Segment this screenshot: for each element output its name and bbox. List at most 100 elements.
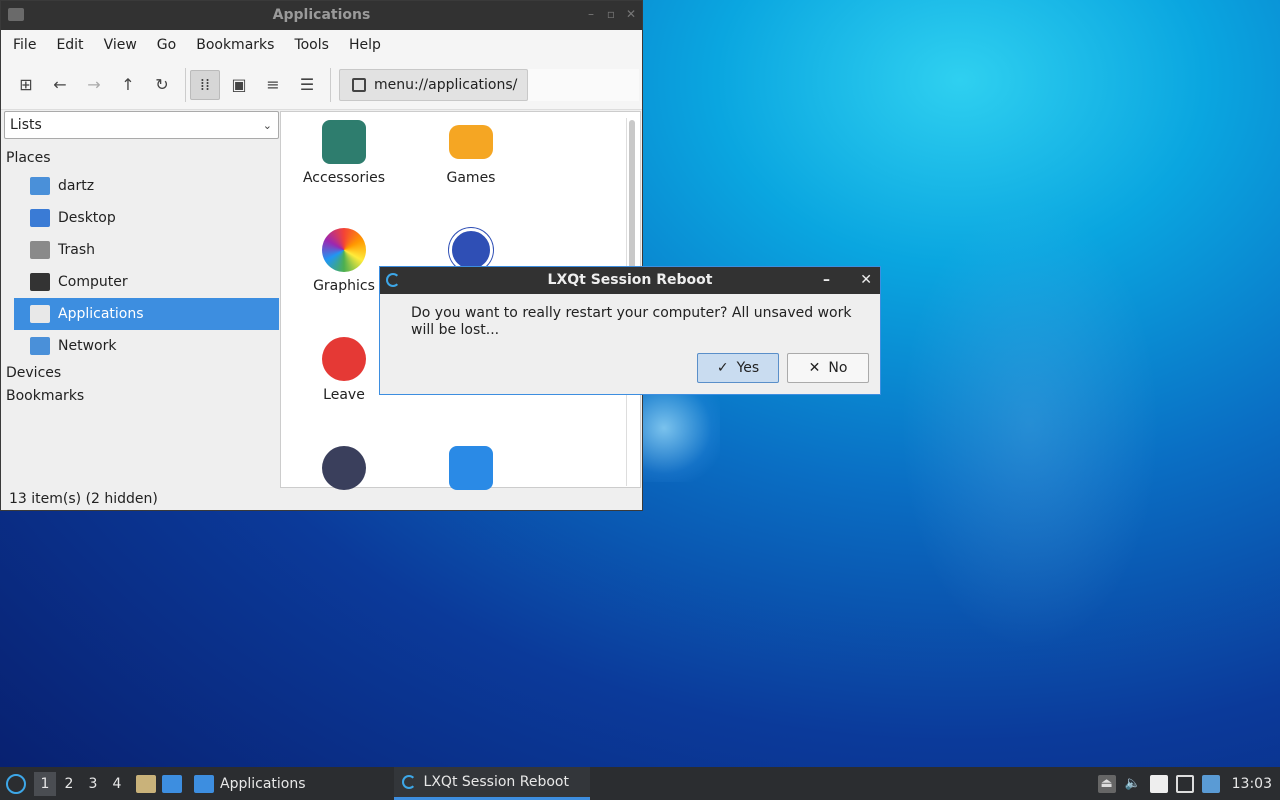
close-icon[interactable]: ✕: [624, 7, 638, 21]
home-folder-icon: [30, 177, 50, 195]
task-reboot-dialog[interactable]: LXQt Session Reboot: [393, 767, 590, 800]
wallpaper-jellyfish: [640, 392, 720, 482]
menu-view[interactable]: View: [94, 37, 147, 53]
sidebar-item-network[interactable]: Network: [14, 330, 279, 362]
lxqt-icon: [386, 273, 400, 287]
sidebar-item-label: Network: [58, 338, 117, 354]
menu-go[interactable]: Go: [147, 37, 186, 53]
app-label: Games: [446, 170, 496, 186]
sidebar-item-label: Computer: [58, 274, 128, 290]
back-icon[interactable]: ←: [45, 70, 75, 100]
location-crumb[interactable]: menu://applications/: [339, 68, 529, 101]
menu-bookmarks[interactable]: Bookmarks: [186, 37, 284, 53]
close-icon[interactable]: ✕: [860, 267, 872, 294]
thumbnail-view-icon[interactable]: ▣: [224, 70, 254, 100]
show-desktop-icon[interactable]: [162, 774, 182, 793]
computer-icon: [30, 273, 50, 291]
system-tray: ⏏ 🔈 13:03: [1097, 767, 1280, 800]
detailed-view-icon[interactable]: ☰: [292, 70, 322, 100]
start-menu-icon[interactable]: [6, 773, 26, 794]
network-icon[interactable]: [1175, 774, 1194, 793]
sidebar: Lists ⌄ Places dartz Desktop Trash Compu…: [4, 111, 279, 486]
applications-icon: [30, 305, 50, 323]
taskbar: 1 2 3 4 Applications LXQt Session Reboot…: [0, 767, 1280, 800]
app-label: Accessories: [302, 170, 386, 186]
dialog-title: LXQt Session Reboot: [547, 272, 713, 288]
drive-icon: [352, 77, 366, 92]
desktop-switch-3[interactable]: 3: [82, 772, 104, 796]
eject-icon[interactable]: ⏏: [1097, 774, 1116, 793]
sidebar-item-label: dartz: [58, 178, 95, 194]
file-manager-launcher-icon[interactable]: [136, 774, 156, 793]
yes-button[interactable]: ✓ Yes: [697, 353, 779, 383]
compact-view-icon[interactable]: ≡: [258, 70, 288, 100]
sidebar-item-label: Applications: [58, 306, 144, 322]
clipboard-icon[interactable]: [1149, 774, 1168, 793]
sidebar-item-dartz[interactable]: dartz: [14, 170, 279, 202]
minimize-icon[interactable]: –: [823, 267, 830, 294]
menu-file[interactable]: File: [3, 37, 46, 53]
sidebar-item-trash[interactable]: Trash: [14, 234, 279, 266]
desktop-icon: [30, 209, 50, 227]
window-title: Applications: [272, 7, 371, 23]
task-applications[interactable]: Applications: [186, 767, 314, 800]
volume-icon[interactable]: 🔈: [1124, 775, 1142, 793]
sidebar-item-computer[interactable]: Computer: [14, 266, 279, 298]
desktop-switch-1[interactable]: 1: [34, 771, 56, 796]
app-games[interactable]: Games: [416, 120, 526, 186]
app-label: Graphics: [313, 278, 375, 294]
more-icon: [322, 446, 366, 490]
clock[interactable]: 13:03: [1232, 776, 1272, 792]
sidebar-item-applications[interactable]: Applications: [14, 298, 279, 330]
task-label: Applications: [220, 775, 306, 792]
notification-icon[interactable]: [1201, 774, 1220, 793]
section-places[interactable]: Places: [4, 147, 279, 170]
reboot-dialog: LXQt Session Reboot – ✕ Do you want to r…: [379, 266, 881, 395]
dialog-titlebar[interactable]: LXQt Session Reboot – ✕: [380, 267, 880, 294]
yes-label: Yes: [736, 360, 760, 376]
status-bar: 13 item(s) (2 hidden): [9, 491, 158, 507]
new-tab-icon[interactable]: ⊞: [11, 70, 41, 100]
toolbar-separator: [330, 67, 331, 102]
settings-sliders-icon: [449, 446, 493, 490]
section-devices[interactable]: Devices: [4, 362, 279, 385]
toolbar: ⊞ ← → ↑ ↻ ⁞⁞ ▣ ≡ ☰ menu://applications/: [1, 60, 642, 110]
minimize-icon[interactable]: –: [584, 7, 598, 21]
location-bar[interactable]: menu://applications/: [339, 68, 639, 102]
no-label: No: [828, 360, 848, 376]
accessories-icon: [322, 120, 366, 164]
up-icon[interactable]: ↑: [113, 70, 143, 100]
forward-icon[interactable]: →: [79, 70, 109, 100]
icon-view-icon[interactable]: ⁞⁞: [190, 69, 220, 100]
menu-tools[interactable]: Tools: [284, 37, 339, 53]
graphics-icon: [322, 228, 366, 272]
wallpaper-light: [900, 200, 1160, 650]
sidebar-item-desktop[interactable]: Desktop: [14, 202, 279, 234]
app-preferences[interactable]: [416, 446, 526, 496]
side-pane-select[interactable]: Lists ⌄: [4, 111, 279, 139]
chevron-down-icon: ⌄: [262, 118, 272, 132]
no-button[interactable]: ✕ No: [787, 353, 869, 383]
check-icon: ✓: [716, 360, 729, 376]
app-other[interactable]: [289, 446, 399, 496]
location-empty[interactable]: [528, 68, 639, 101]
menu-help[interactable]: Help: [339, 37, 391, 53]
menu-edit[interactable]: Edit: [46, 37, 93, 53]
sidebar-item-label: Desktop: [58, 210, 116, 226]
x-icon: ✕: [808, 360, 821, 376]
maximize-icon[interactable]: ▫: [604, 7, 618, 21]
section-bookmarks[interactable]: Bookmarks: [4, 385, 279, 408]
desktop-switch-2[interactable]: 2: [58, 772, 80, 796]
app-label: Leave: [323, 387, 365, 403]
network-icon: [30, 337, 50, 355]
location-text: menu://applications/: [374, 76, 518, 93]
gamepad-icon: [449, 125, 493, 159]
lxqt-icon: [401, 775, 416, 789]
window-titlebar[interactable]: Applications – ▫ ✕: [1, 1, 642, 30]
app-accessories[interactable]: Accessories: [289, 120, 399, 186]
sidebar-item-label: Trash: [58, 242, 95, 258]
reload-icon[interactable]: ↻: [147, 70, 177, 100]
scrollbar-thumb[interactable]: [629, 120, 635, 280]
task-label: LXQt Session Reboot: [423, 774, 569, 790]
desktop-switch-4[interactable]: 4: [106, 772, 128, 796]
